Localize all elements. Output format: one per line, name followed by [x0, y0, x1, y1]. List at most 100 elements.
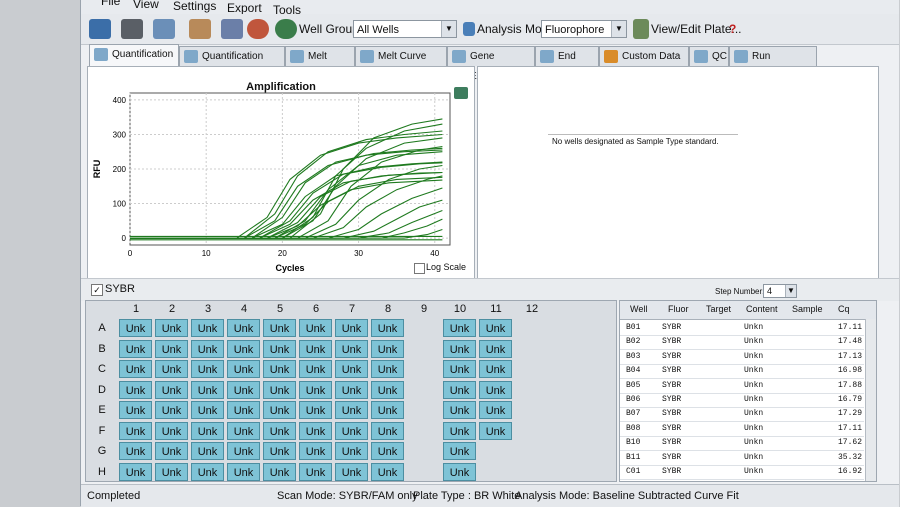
menu-export[interactable]: Export [227, 1, 262, 15]
plate-well[interactable]: Unk [263, 442, 296, 460]
plate-well[interactable]: Unk [479, 380, 512, 399]
data-icon[interactable] [275, 19, 297, 39]
plate-well[interactable]: Unk [443, 360, 476, 378]
plate-well[interactable]: Unk [299, 380, 332, 399]
column-header-content[interactable]: Content [746, 304, 778, 314]
plate-well[interactable]: Unk [479, 319, 512, 337]
plate-well[interactable]: Unk [299, 319, 332, 337]
plate-well[interactable]: Unk [155, 339, 188, 358]
tab-qc[interactable]: QC [689, 46, 729, 66]
plate-icon[interactable] [189, 19, 211, 39]
plate-column-header[interactable]: 8 [370, 303, 406, 317]
plate-well[interactable]: Unk [335, 421, 368, 440]
plate-well[interactable]: Unk [263, 339, 296, 358]
plate-column-header[interactable]: 3 [190, 303, 226, 317]
plate-well[interactable]: Unk [119, 442, 152, 460]
plate-row-header[interactable]: C [88, 363, 116, 375]
tab-melt-curve-data[interactable]: Melt Curve Data [355, 46, 447, 82]
plate-well[interactable]: Unk [119, 462, 152, 481]
plate-column-header[interactable]: 1 [118, 303, 154, 317]
plate-well[interactable]: Unk [191, 462, 224, 481]
plate-well[interactable]: Unk [191, 339, 224, 358]
column-header-well[interactable]: Well [630, 304, 647, 314]
menu-view[interactable]: View [133, 0, 159, 11]
plate-column-header[interactable]: 7 [334, 303, 370, 317]
plate-well[interactable]: Unk [227, 360, 260, 378]
print-icon[interactable] [121, 19, 143, 39]
plate-well[interactable]: Unk [299, 442, 332, 460]
plate-column-header[interactable]: 6 [298, 303, 334, 317]
plate-well[interactable]: Unk [155, 421, 188, 440]
plate-well[interactable]: Unk [479, 401, 512, 419]
table-row[interactable]: B10 SYBR Unkn 17.62 [620, 436, 864, 452]
column-header-target[interactable]: Target [706, 304, 731, 314]
plate-column-header[interactable]: 4 [226, 303, 262, 317]
plate-well[interactable]: Unk [371, 360, 404, 378]
plate-well[interactable]: Unk [443, 442, 476, 460]
help-icon[interactable]: ? [729, 22, 736, 36]
plate-well[interactable]: Unk [155, 442, 188, 460]
plate-well[interactable]: Unk [119, 421, 152, 440]
save-icon[interactable] [89, 19, 111, 39]
plate-well[interactable]: Unk [119, 339, 152, 358]
plate-well[interactable]: Unk [335, 380, 368, 399]
table-row[interactable]: B01 SYBR Unkn 17.11 [620, 321, 864, 336]
plate-well[interactable]: Unk [227, 339, 260, 358]
monitor-icon[interactable] [221, 19, 243, 39]
plate-well[interactable]: Unk [191, 380, 224, 399]
plate-well[interactable]: Unk [299, 462, 332, 481]
plate-well[interactable]: Unk [263, 360, 296, 378]
plate-column-header[interactable]: 12 [514, 303, 550, 317]
plate-row-header[interactable]: F [88, 425, 116, 437]
plate-well[interactable]: Unk [335, 462, 368, 481]
plate-well[interactable]: Unk [479, 421, 512, 440]
menu-file[interactable]: File [101, 0, 120, 8]
plate-well[interactable]: Unk [371, 442, 404, 460]
plate-row-header[interactable]: A [88, 322, 116, 334]
plate-well[interactable]: Unk [335, 360, 368, 378]
plate-well[interactable]: Unk [227, 462, 260, 481]
plate-well[interactable]: Unk [263, 401, 296, 419]
plate-column-header[interactable]: 11 [478, 303, 514, 317]
tab-melt-curve[interactable]: Melt Curve [285, 46, 355, 82]
plate-row-header[interactable]: G [88, 445, 116, 457]
gene-icon[interactable] [247, 19, 269, 39]
analysis-mode-select[interactable]: Fluorophore ▼ [541, 20, 627, 38]
plate-well[interactable]: Unk [371, 401, 404, 419]
table-row[interactable]: B06 SYBR Unkn 16.79 [620, 393, 864, 408]
table-row[interactable]: B05 SYBR Unkn 17.88 [620, 379, 864, 394]
plate-well[interactable]: Unk [371, 421, 404, 440]
plate-well[interactable]: Unk [191, 360, 224, 378]
sybr-checkbox[interactable]: ✓ [91, 284, 103, 296]
column-header-sample[interactable]: Sample [792, 304, 823, 314]
plate-row-header[interactable]: B [88, 343, 116, 355]
table-row[interactable]: B07 SYBR Unkn 17.29 [620, 407, 864, 423]
tab-quantification-data[interactable]: Quantification Data [179, 46, 285, 82]
well-group-select[interactable]: All Wells ▼ [353, 20, 457, 38]
plate-well[interactable]: Unk [155, 360, 188, 378]
plate-well[interactable]: Unk [227, 442, 260, 460]
plate-well[interactable]: Unk [191, 421, 224, 440]
step-number-select[interactable]: 4 ▼ [763, 284, 797, 298]
plate-well[interactable]: Unk [263, 421, 296, 440]
plate-well[interactable]: Unk [371, 380, 404, 399]
plate-well[interactable]: Unk [371, 462, 404, 481]
plate-well[interactable]: Unk [227, 319, 260, 337]
plate-well[interactable]: Unk [155, 462, 188, 481]
plate-well[interactable]: Unk [155, 380, 188, 399]
plate-well[interactable]: Unk [335, 442, 368, 460]
table-row[interactable]: B02 SYBR Unkn 17.48 [620, 335, 864, 351]
plate-well[interactable]: Unk [119, 319, 152, 337]
tab-run-information[interactable]: Run Information [729, 46, 817, 82]
column-header-cq[interactable]: Cq [838, 304, 850, 314]
column-header-fluor[interactable]: Fluor [668, 304, 689, 314]
plate-row-header[interactable]: D [88, 384, 116, 396]
plate-well[interactable]: Unk [371, 339, 404, 358]
view-edit-plate-button[interactable]: View/Edit Plate... [651, 22, 742, 36]
plate-well[interactable]: Unk [119, 401, 152, 419]
tab-custom-data-view[interactable]: Custom Data View [599, 46, 689, 82]
plate-column-header[interactable]: 2 [154, 303, 190, 317]
tab-gene-expression[interactable]: Gene Expression [447, 46, 535, 82]
plate-well[interactable]: Unk [443, 401, 476, 419]
report-icon[interactable] [153, 19, 175, 39]
